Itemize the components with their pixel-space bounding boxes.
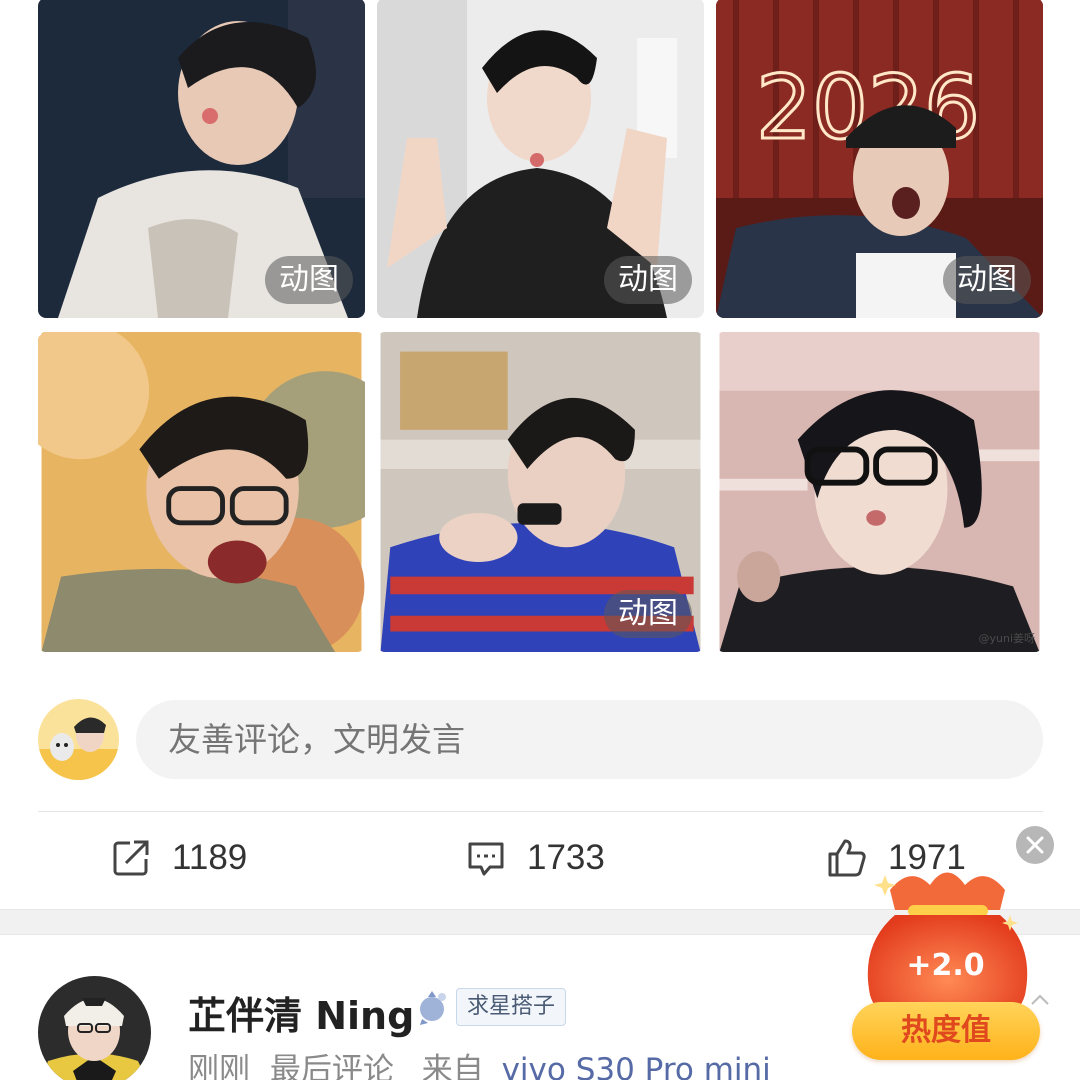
- from-label: 来自: [421, 1052, 484, 1080]
- star-partner-icon: [420, 991, 446, 1025]
- gif-badge: 动图: [604, 590, 692, 638]
- grid-image-2[interactable]: 动图: [377, 0, 704, 318]
- heat-value-button[interactable]: 热度值: [852, 1002, 1040, 1060]
- promo-value: +2.0: [906, 948, 985, 983]
- repost-icon: [113, 840, 149, 876]
- comment-status: 最后评论: [269, 1052, 394, 1080]
- commenter-badge[interactable]: 求星搭子: [414, 987, 567, 1027]
- commenter-avatar[interactable]: [38, 976, 151, 1080]
- comment-row: [38, 698, 1043, 780]
- comment-count: 1733: [527, 838, 605, 877]
- close-icon: [1026, 836, 1044, 854]
- grid-image-4[interactable]: [38, 332, 365, 652]
- comment-input[interactable]: [136, 700, 1043, 779]
- badge-label: 求星搭子: [456, 988, 567, 1026]
- device-link[interactable]: vivo S30 Pro mini: [502, 1052, 771, 1080]
- comment-time: 刚刚: [188, 1052, 250, 1080]
- grid-image-5[interactable]: 动图: [377, 332, 704, 652]
- grid-image-3[interactable]: 2026 动图: [716, 0, 1043, 318]
- repost-button[interactable]: 1189: [110, 830, 247, 886]
- comment-button[interactable]: 1733: [465, 830, 605, 886]
- repost-count: 1189: [172, 838, 248, 877]
- comment-icon: [468, 842, 504, 876]
- current-user-avatar[interactable]: [38, 699, 119, 780]
- gif-badge: 动图: [265, 256, 353, 304]
- grid-image-1[interactable]: 动图: [38, 0, 365, 318]
- commenter-name[interactable]: 芷伴清 Ning: [188, 985, 414, 1040]
- divider: [38, 811, 1043, 812]
- grid-image-6[interactable]: @yuni姜呀: [716, 332, 1043, 652]
- comment-meta: 刚刚 最后评论 来自 vivo S30 Pro mini: [188, 1044, 771, 1080]
- image-watermark: @yuni姜呀: [978, 632, 1035, 645]
- gif-badge: 动图: [943, 256, 1031, 304]
- gif-badge: 动图: [604, 256, 692, 304]
